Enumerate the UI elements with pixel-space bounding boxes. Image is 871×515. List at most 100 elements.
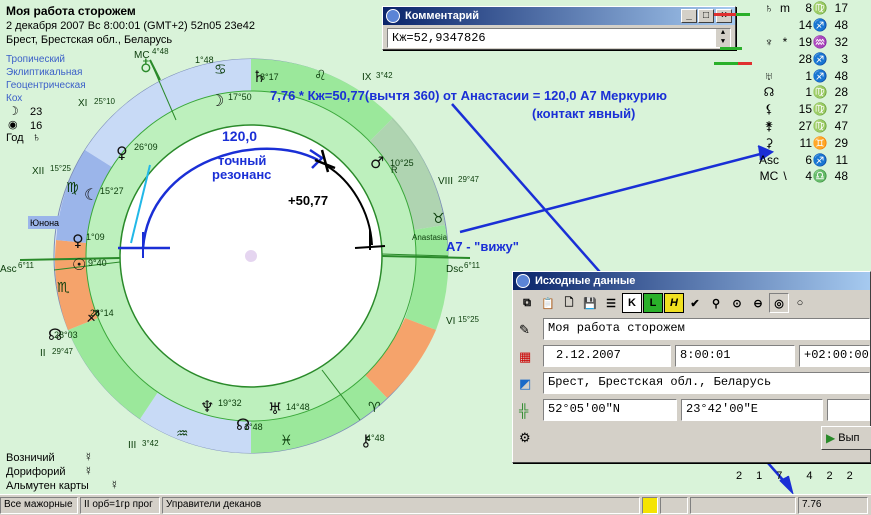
planet-list-a: m (780, 1, 790, 16)
planet-list-deg: 8 (805, 1, 812, 16)
new-icon[interactable]: 🗋 (559, 293, 579, 313)
list-icon[interactable]: ☰ (601, 293, 621, 313)
name-icon: ✎ (519, 322, 530, 337)
planet-list-deg: 28 (798, 51, 812, 66)
strike-icon[interactable]: ⊖ (748, 293, 768, 313)
planet-list-sign: ♍ (812, 102, 828, 117)
calendar-icon: ▦ (519, 349, 532, 364)
planet-list-deg: 1 (805, 68, 812, 83)
circle-dot-icon[interactable]: ⊙ (727, 293, 747, 313)
planet-list-deg: 14 (798, 18, 812, 33)
bar-green-1 (736, 13, 750, 16)
status-orb[interactable]: II орб=1гр прог (80, 496, 160, 514)
planet-list-row: MC \ 4 ♎ 48 (758, 168, 871, 185)
place-field[interactable]: Брест, Брестская обл., Беларусь (543, 372, 870, 394)
planet-list-row: ☊ 1 ♍ 28 (758, 84, 871, 101)
source-titlebar[interactable]: Исходные данные (513, 272, 870, 290)
planet-list-a: \ (783, 169, 787, 184)
planet-list-sign: ♊ (812, 135, 828, 150)
k-button[interactable]: K (622, 293, 642, 313)
planet-list-sign: ♐ (812, 51, 828, 66)
dorifory-label: Дорифорий (6, 466, 66, 478)
paste-icon[interactable]: 📋 (538, 293, 558, 313)
planet-list-sign: ♐ (812, 18, 828, 33)
status-bar: Все мажорные II орб=1гр прог Управители … (0, 494, 871, 515)
play-icon: ▶ (826, 431, 836, 445)
planet-list-glyph: ♄ (764, 1, 774, 16)
planet-list-min: 27 (834, 102, 848, 117)
planet-list-deg: 27 (798, 118, 812, 133)
app-icon (386, 9, 400, 23)
comment-titlebar[interactable]: Комментарий _ □ × (383, 7, 735, 25)
planet-list-min: 48 (834, 169, 848, 184)
planet-list-glyph: ⚳ (764, 135, 774, 150)
planet-list-deg: 4 (805, 169, 812, 184)
longitude-field[interactable]: 23°42'00"E (681, 399, 823, 421)
planet-list-min: 47 (834, 118, 848, 133)
comment-window[interactable]: Комментарий _ □ × Кж=52,9347826 ▲▼ (382, 6, 736, 50)
status-empty-2 (690, 496, 796, 514)
run-button[interactable]: ▶ Вып (821, 426, 871, 450)
planet-list: ♄ m 8 ♍ 17 14 ♐ 48 ♆ * 19 ♒ 32 28 ♐ 3 ♅ 1 ♐ 48 ☊ 1 ♍ 28 ⚸ 15 ♍ 27 ⚵ 2… (758, 0, 871, 185)
planet-list-row: 28 ♐ 3 (758, 50, 871, 67)
bar-green-3 (714, 62, 738, 65)
almuten-label: Альмутен карты (6, 480, 89, 492)
planet-list-sign: ♐ (812, 152, 828, 167)
planet-list-glyph: ♆ (764, 34, 774, 49)
comment-field[interactable]: Кж=52,9347826 ▲ ▼ (387, 28, 731, 48)
planet-list-row: ♄ m 8 ♍ 17 (758, 0, 871, 17)
planet-list-glyph: ☊ (763, 85, 775, 100)
planet-list-min: 29 (834, 135, 848, 150)
status-aspects[interactable]: Все мажорные (0, 496, 78, 514)
latitude-field[interactable]: 52°05'00"N (543, 399, 677, 421)
source-data-window[interactable]: Исходные данные ⧉ 📋 🗋 💾 ☰ K L H ✔ ⚲ ⊙ ⊖ … (512, 271, 871, 463)
settings-icon: ⚙ (519, 430, 531, 445)
planet-list-glyph: ♅ (764, 68, 774, 83)
planet-list-row: ⚸ 15 ♍ 27 (758, 101, 871, 118)
date-field[interactable]: 2.12.2007 (543, 345, 671, 367)
mercury-icon: ☿ (110, 478, 119, 492)
planet-list-row: Asc 6 ♐ 11 (758, 151, 871, 168)
close-button[interactable]: × (716, 9, 732, 23)
scroll-arrows-icon[interactable]: ▲ ▼ (716, 29, 730, 47)
ring-icon[interactable]: ◎ (769, 293, 789, 313)
planet-list-deg: 11 (799, 135, 812, 150)
name-field[interactable]: Моя работа сторожем (543, 318, 870, 340)
planet-list-sign: ♒ (812, 34, 828, 49)
check-icon[interactable]: ✔ (685, 293, 705, 313)
mercury-icon: ☿ (84, 450, 93, 464)
planet-list-glyph: ⚵ (764, 118, 774, 133)
extra-field[interactable] (827, 399, 870, 421)
planet-list-sign: ♍ (812, 118, 828, 133)
planet-list-row: ⚵ 27 ♍ 47 (758, 118, 871, 135)
planet-list-min: 32 (834, 34, 848, 49)
comment-value: Кж=52,9347826 (392, 31, 486, 45)
mercury-icon: ☿ (84, 464, 93, 478)
planet-list-row: ♅ 1 ♐ 48 (758, 67, 871, 84)
status-value: 7.76 (798, 496, 868, 514)
coords-icon: ╬ (519, 403, 529, 418)
planet-list-row: ⚳ 11 ♊ 29 (758, 134, 871, 151)
planet-list-glyph: Asc (758, 152, 779, 167)
time-field[interactable]: 8:00:01 (675, 345, 795, 367)
planet-list-sign: ♍ (812, 85, 828, 100)
planet-list-deg: 6 (805, 152, 812, 167)
planet-list-glyph: MC (759, 169, 779, 184)
bar-red-1 (714, 13, 736, 16)
circle-icon[interactable]: ○ (790, 293, 810, 313)
planet-list-deg: 19 (798, 34, 812, 49)
planet-list-min: 17 (834, 1, 848, 16)
status-decans[interactable]: Управители деканов (162, 496, 640, 514)
l-button[interactable]: L (643, 293, 663, 313)
app-icon (516, 274, 530, 288)
h-button[interactable]: H (664, 293, 684, 313)
comment-title: Комментарий (405, 10, 480, 22)
source-title: Исходные данные (535, 275, 636, 287)
save-icon[interactable]: 💾 (580, 293, 600, 313)
planet-list-row: 14 ♐ 48 (758, 17, 871, 34)
pin-icon[interactable]: ⚲ (706, 293, 726, 313)
timezone-field[interactable]: +02:00:00 (799, 345, 870, 367)
minimize-button[interactable]: _ (681, 9, 697, 23)
copy-icon[interactable]: ⧉ (517, 293, 537, 313)
maximize-button[interactable]: □ (698, 9, 714, 23)
